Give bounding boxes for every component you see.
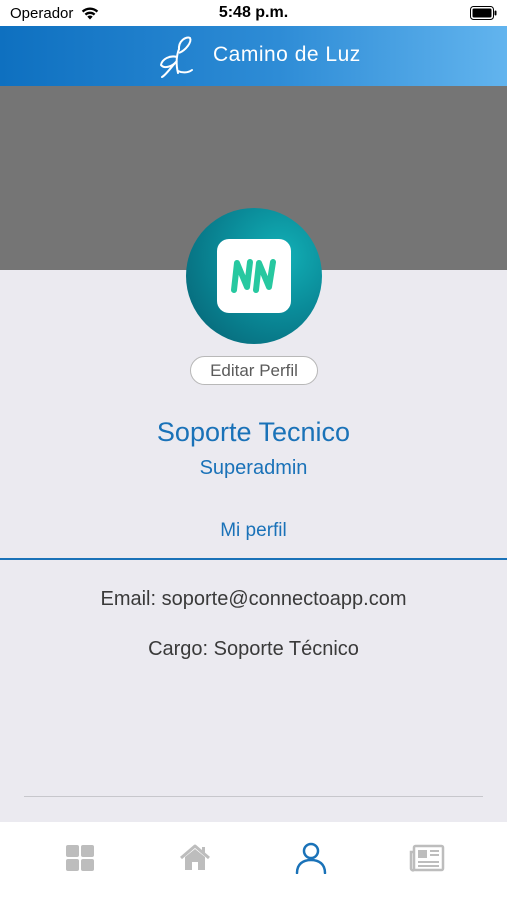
home-icon	[180, 844, 210, 870]
profile-name: Soporte Tecnico	[156, 417, 351, 447]
tab-home[interactable]	[177, 842, 213, 874]
profile-role: Superadmin	[199, 457, 308, 479]
clock: 5:48 p.m.	[218, 4, 289, 21]
news-icon	[409, 844, 445, 872]
battery-icon	[470, 6, 497, 20]
tab-profile[interactable]	[293, 842, 329, 875]
status-bar: Operador 5:48 p.m.	[0, 0, 507, 26]
email-field: Email: soporte@connectoapp.com	[100, 588, 407, 610]
tab-active-indicator	[0, 558, 507, 560]
tab-news[interactable]	[409, 842, 445, 874]
tab-dashboard[interactable]	[62, 842, 98, 874]
edit-profile-button[interactable]: Editar Perfil	[190, 356, 318, 385]
app-logo-nn-icon	[231, 259, 276, 293]
bottom-tab-bar	[0, 822, 507, 900]
divider	[24, 796, 483, 797]
profile-avatar[interactable]	[186, 208, 322, 344]
user-icon	[295, 842, 327, 875]
tab-mi-perfil[interactable]: Mi perfil	[0, 520, 507, 542]
app-logo-tile	[217, 239, 291, 313]
grid-icon	[66, 845, 94, 871]
butterfly-icon	[160, 36, 193, 78]
app-header: Camino de Luz	[0, 26, 507, 86]
brand-title: Camino de Luz	[213, 43, 361, 66]
cargo-field: Cargo: Soporte Técnico	[148, 638, 359, 660]
